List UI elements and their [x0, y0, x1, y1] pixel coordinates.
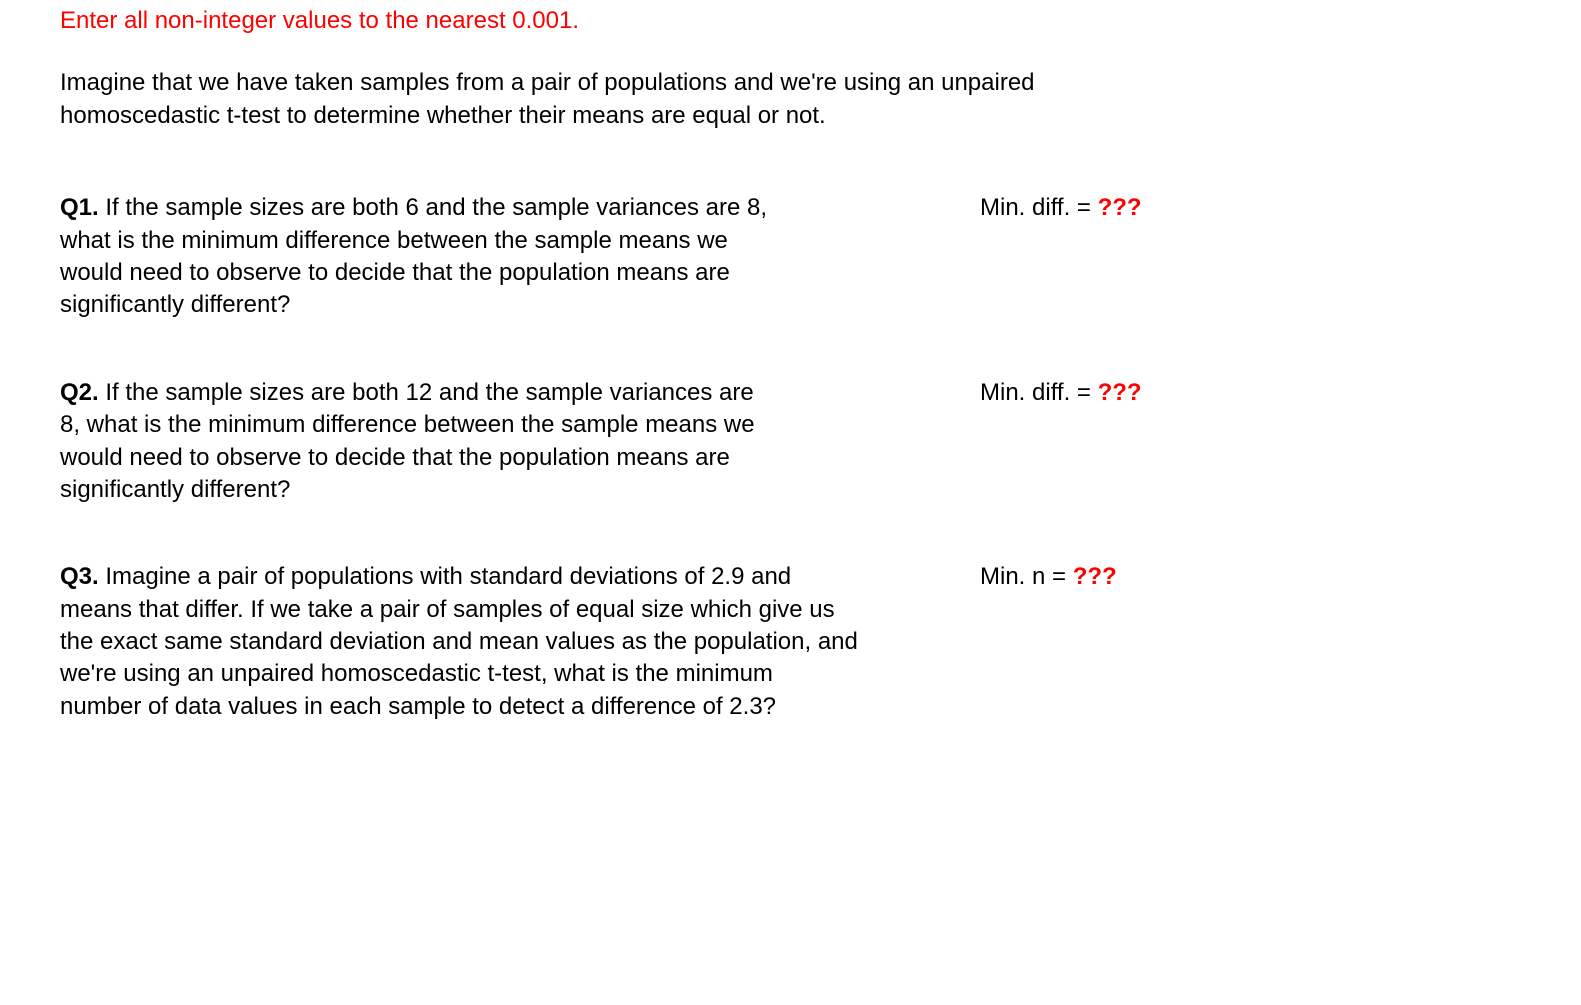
question-3-answer: Min. n = ??? — [980, 561, 1117, 593]
question-2-label: Q2. — [60, 379, 99, 406]
question-1-answer: Min. diff. = ??? — [980, 192, 1142, 224]
question-1-answer-value[interactable]: ??? — [1098, 194, 1142, 221]
question-2-answer-label: Min. diff. = — [980, 379, 1098, 406]
instruction-text: Enter all non-integer values to the near… — [60, 5, 1521, 37]
question-3-answer-label: Min. n = — [980, 563, 1073, 590]
question-1-text: Q1. If the sample sizes are both 6 and t… — [60, 192, 780, 322]
question-1-row: Q1. If the sample sizes are both 6 and t… — [60, 192, 1521, 322]
question-3-body: Imagine a pair of populations with stand… — [60, 563, 858, 720]
question-1-label: Q1. — [60, 194, 99, 221]
question-3-label: Q3. — [60, 563, 99, 590]
question-2-body: If the sample sizes are both 12 and the … — [60, 379, 755, 503]
question-2-answer-value[interactable]: ??? — [1098, 379, 1142, 406]
question-3-row: Q3. Imagine a pair of populations with s… — [60, 561, 1521, 723]
question-3-text: Q3. Imagine a pair of populations with s… — [60, 561, 860, 723]
question-2-text: Q2. If the sample sizes are both 12 and … — [60, 377, 780, 507]
question-2-row: Q2. If the sample sizes are both 12 and … — [60, 377, 1521, 507]
intro-text: Imagine that we have taken samples from … — [60, 67, 1160, 132]
question-2-answer: Min. diff. = ??? — [980, 377, 1142, 409]
question-1-body: If the sample sizes are both 6 and the s… — [60, 194, 767, 318]
question-3-answer-value[interactable]: ??? — [1073, 563, 1117, 590]
question-1-answer-label: Min. diff. = — [980, 194, 1098, 221]
